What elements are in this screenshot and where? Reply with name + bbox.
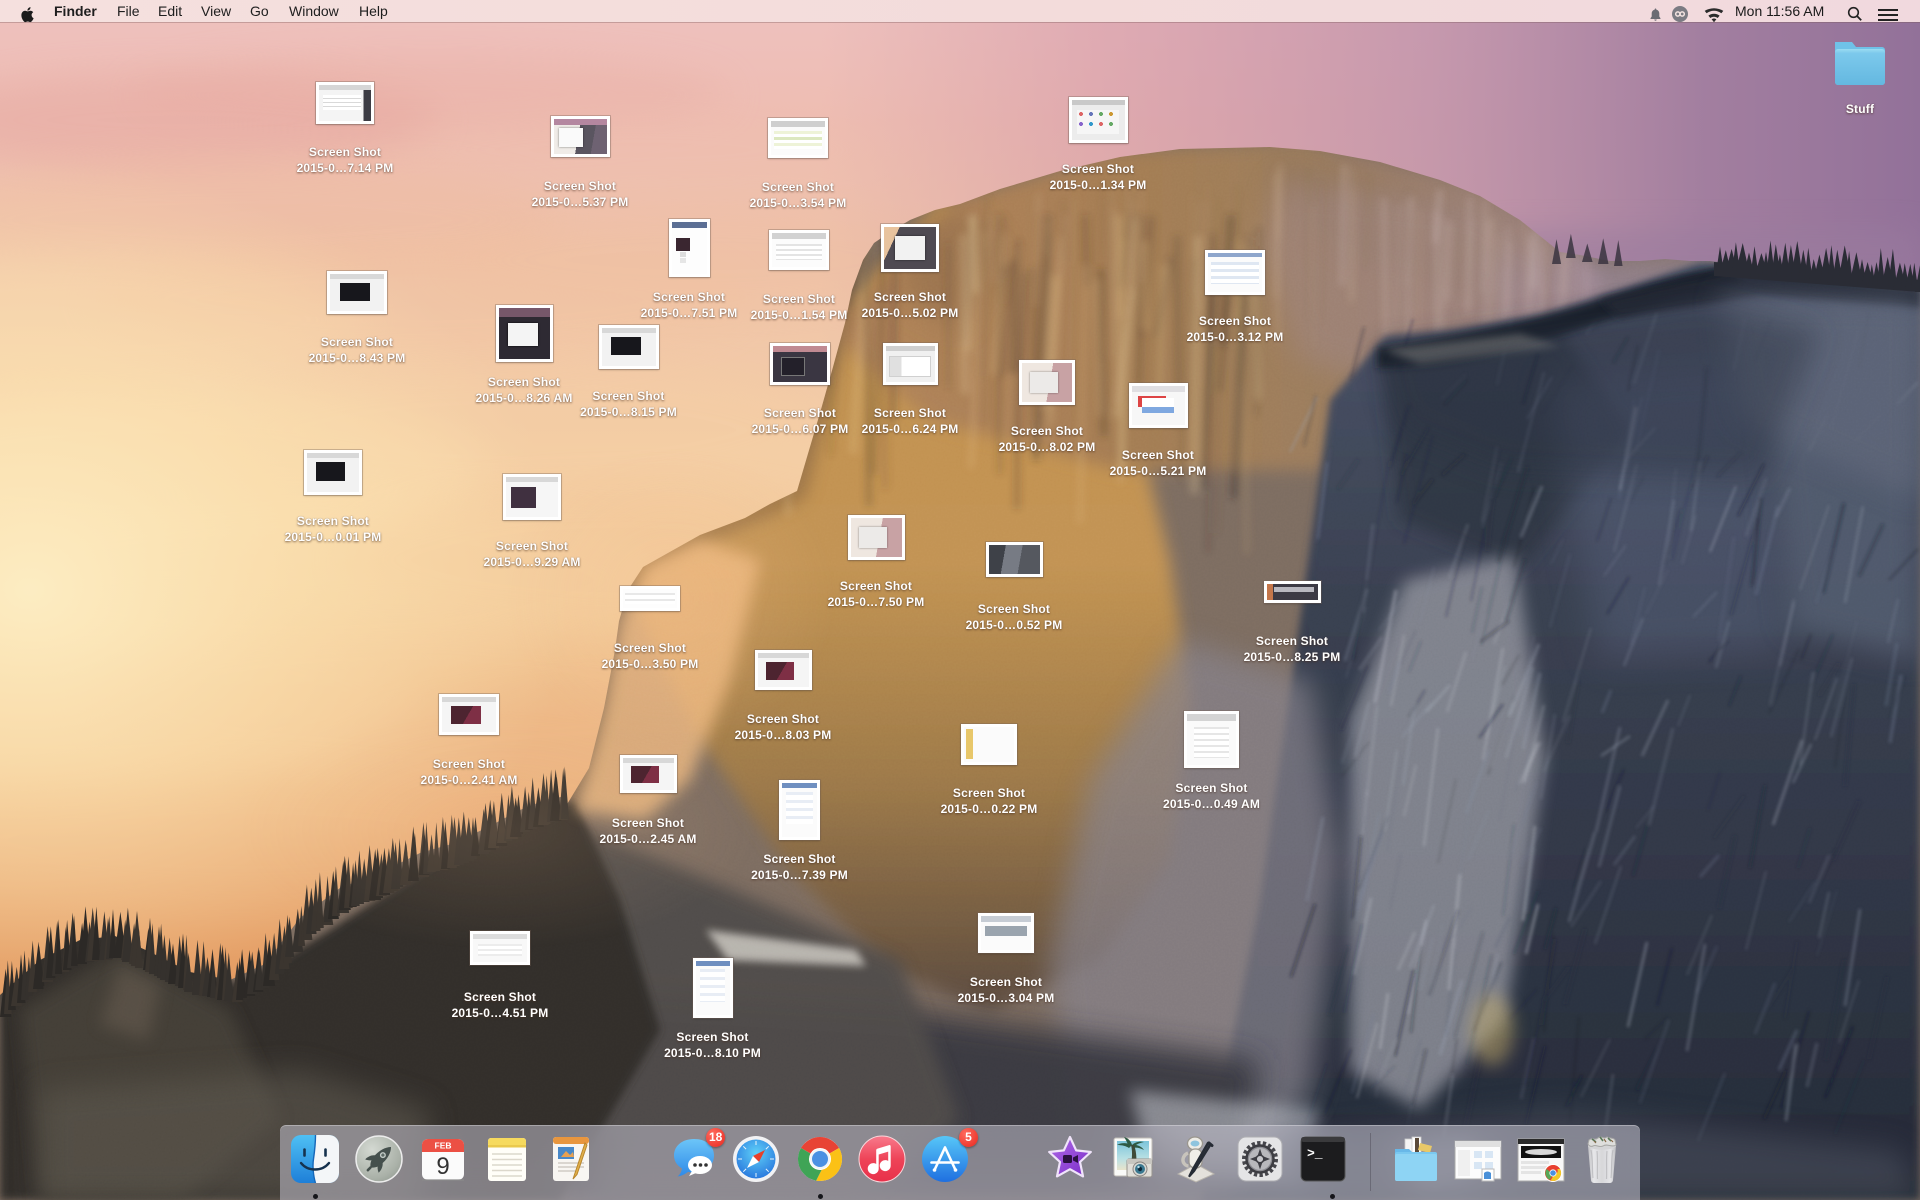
svg-text:FEB: FEB: [435, 1141, 452, 1151]
svg-text:>_: >_: [1307, 1146, 1323, 1161]
svg-text:9: 9: [436, 1153, 449, 1180]
